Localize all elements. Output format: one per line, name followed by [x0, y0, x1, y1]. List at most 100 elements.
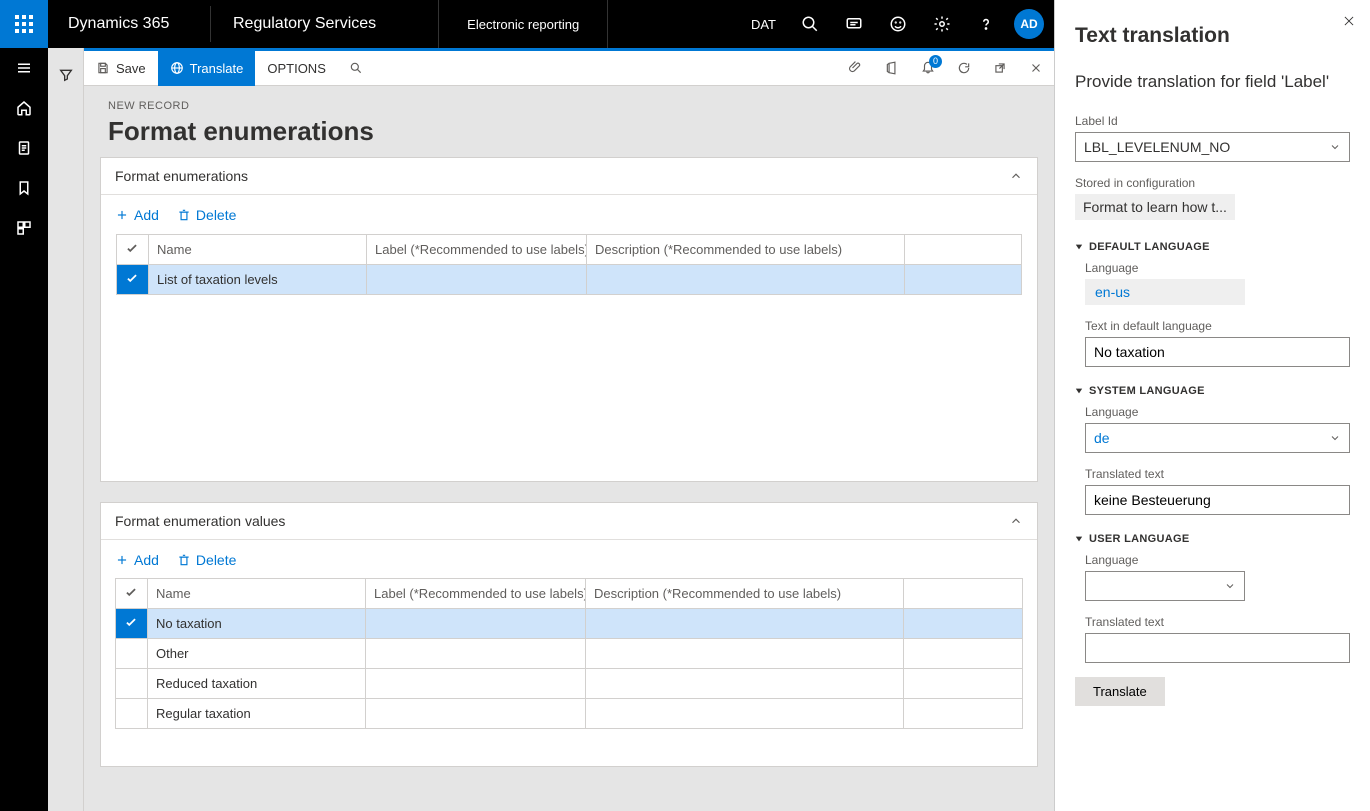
search-icon: [801, 15, 819, 33]
panel2-col-label[interactable]: Label (*Recommended to use labels): [366, 579, 586, 609]
nav-favorites-button[interactable]: [0, 168, 48, 208]
attach-button[interactable]: [838, 51, 874, 86]
panel1-title: Format enumerations: [115, 168, 248, 184]
gear-icon: [933, 15, 951, 33]
user-lang-label: Language: [1085, 553, 1350, 567]
row-select-cell[interactable]: [117, 265, 149, 295]
user-avatar[interactable]: AD: [1014, 9, 1044, 39]
popout-button[interactable]: [982, 51, 1018, 86]
triangle-down-icon: [1075, 243, 1083, 251]
panel2-col-name[interactable]: Name: [148, 579, 366, 609]
panel1-grid[interactable]: Name Label (*Recommended to use labels) …: [116, 234, 1022, 295]
labelid-select[interactable]: LBL_LEVELENUM_NO: [1075, 132, 1350, 162]
nav-workspaces-button[interactable]: [0, 208, 48, 248]
bookmark-icon: [15, 179, 33, 197]
notifications-button[interactable]: 0: [910, 51, 946, 86]
nav-home-button[interactable]: [0, 88, 48, 128]
cell-desc[interactable]: [586, 609, 904, 639]
table-row[interactable]: No taxation: [116, 609, 1023, 639]
row-select-cell[interactable]: [116, 699, 148, 729]
cell-name[interactable]: Reduced taxation: [148, 669, 366, 699]
search-button[interactable]: [788, 0, 832, 48]
row-select-cell[interactable]: [116, 669, 148, 699]
panel1-add-button[interactable]: Add: [115, 207, 159, 223]
messages-button[interactable]: [832, 0, 876, 48]
cell-desc[interactable]: [587, 265, 905, 295]
panel1-col-name[interactable]: Name: [149, 235, 367, 265]
action-search-button[interactable]: [338, 51, 374, 86]
settings-button[interactable]: [920, 0, 964, 48]
close-icon: [1029, 61, 1043, 75]
help-button[interactable]: [964, 0, 1008, 48]
table-row[interactable]: Reduced taxation: [116, 669, 1023, 699]
translate-submit-button[interactable]: Translate: [1075, 677, 1165, 706]
panel2-delete-label: Delete: [196, 552, 236, 568]
nav-expand-button[interactable]: [0, 48, 48, 88]
system-lang-select[interactable]: de: [1085, 423, 1350, 453]
cell-label[interactable]: [366, 699, 586, 729]
row-select-cell[interactable]: [116, 639, 148, 669]
cell-desc[interactable]: [586, 699, 904, 729]
cell-name[interactable]: No taxation: [148, 609, 366, 639]
cell-name[interactable]: Other: [148, 639, 366, 669]
cell-label[interactable]: [366, 669, 586, 699]
options-tab[interactable]: OPTIONS: [255, 51, 338, 86]
module-breadcrumb[interactable]: Electronic reporting: [438, 0, 608, 48]
filter-button[interactable]: [48, 58, 84, 92]
table-row[interactable]: List of taxation levels: [117, 265, 1022, 295]
office-button[interactable]: [874, 51, 910, 86]
cell-label[interactable]: [367, 265, 587, 295]
row-select-cell[interactable]: [116, 609, 148, 639]
company-picker[interactable]: DAT: [751, 17, 776, 32]
brand-name[interactable]: Dynamics 365: [48, 15, 210, 33]
user-text-input[interactable]: [1085, 633, 1350, 663]
panel2-title: Format enumeration values: [115, 513, 285, 529]
translate-button[interactable]: Translate: [158, 51, 256, 86]
cell-desc[interactable]: [586, 669, 904, 699]
plus-icon: [115, 208, 129, 222]
panel1-header[interactable]: Format enumerations: [101, 158, 1037, 195]
panel2-add-button[interactable]: Add: [115, 552, 159, 568]
cell-desc[interactable]: [586, 639, 904, 669]
cell-label[interactable]: [366, 609, 586, 639]
refresh-button[interactable]: [946, 51, 982, 86]
table-row[interactable]: Regular taxation: [116, 699, 1023, 729]
cell-name[interactable]: Regular taxation: [148, 699, 366, 729]
workspace-icon: [15, 219, 33, 237]
panel2-delete-button[interactable]: Delete: [177, 552, 236, 568]
system-lang-value: de: [1094, 430, 1110, 446]
app-launcher-button[interactable]: [0, 0, 48, 48]
cell-name[interactable]: List of taxation levels: [149, 265, 367, 295]
action-pane: Save Translate OPTIONS: [84, 51, 1054, 86]
close-page-button[interactable]: [1018, 51, 1054, 86]
office-icon: [885, 61, 899, 75]
panel1-delete-button[interactable]: Delete: [177, 207, 236, 223]
help-icon: [977, 15, 995, 33]
default-text-input[interactable]: [1085, 337, 1350, 367]
cell-rest: [904, 669, 1023, 699]
cell-label[interactable]: [366, 639, 586, 669]
feedback-button[interactable]: [876, 0, 920, 48]
close-pane-button[interactable]: [1342, 14, 1356, 31]
save-button[interactable]: Save: [84, 51, 158, 86]
section-system-language[interactable]: SYSTEM LANGUAGE: [1075, 385, 1350, 397]
panel2-grid[interactable]: Name Label (*Recommended to use labels) …: [115, 578, 1023, 729]
panel2-header[interactable]: Format enumeration values: [101, 503, 1037, 540]
labelid-value: LBL_LEVELENUM_NO: [1084, 139, 1230, 155]
panel1-col-desc[interactable]: Description (*Recommended to use labels): [587, 235, 905, 265]
panel1-col-label[interactable]: Label (*Recommended to use labels): [367, 235, 587, 265]
panel2-col-desc[interactable]: Description (*Recommended to use labels): [586, 579, 904, 609]
panel2-col-select[interactable]: [116, 579, 148, 609]
user-lang-select[interactable]: [1085, 571, 1245, 601]
default-lang-value: en-us: [1085, 279, 1245, 305]
table-row[interactable]: Other: [116, 639, 1023, 669]
nav-recent-button[interactable]: [0, 128, 48, 168]
section-user-language[interactable]: USER LANGUAGE: [1075, 533, 1350, 545]
workspace-name[interactable]: Regulatory Services: [211, 15, 398, 33]
system-text-input[interactable]: [1085, 485, 1350, 515]
system-text-label: Translated text: [1085, 467, 1350, 481]
panel1-col-select[interactable]: [117, 235, 149, 265]
pane-title: Text translation: [1075, 24, 1350, 48]
section-default-language[interactable]: DEFAULT LANGUAGE: [1075, 241, 1350, 253]
left-nav-rail: [0, 48, 48, 811]
